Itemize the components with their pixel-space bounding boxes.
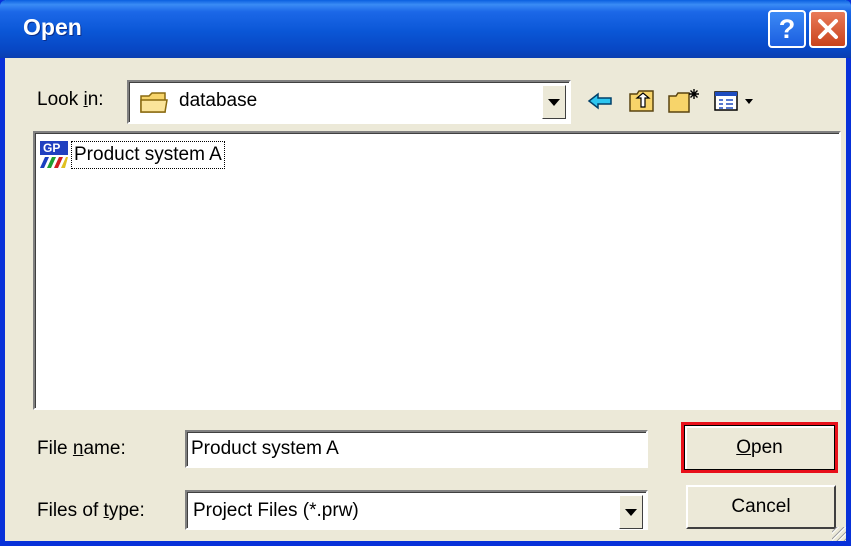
svg-text:GP: GP bbox=[43, 141, 60, 155]
view-menu-icon bbox=[714, 91, 753, 111]
look-in-dropdown[interactable]: database bbox=[127, 80, 571, 124]
new-folder-icon bbox=[668, 89, 699, 113]
file-list[interactable]: GP Product system A bbox=[33, 131, 841, 410]
title-bar[interactable]: Open ? bbox=[0, 0, 851, 58]
close-icon bbox=[818, 19, 838, 39]
up-one-level-icon bbox=[629, 90, 654, 112]
cancel-button[interactable]: Cancel bbox=[686, 485, 836, 529]
open-button[interactable]: Open bbox=[681, 422, 838, 473]
help-icon: ? bbox=[778, 13, 796, 44]
resize-grip[interactable] bbox=[832, 527, 846, 541]
files-of-type-dropdown[interactable]: Project Files (*.prw) bbox=[185, 490, 648, 530]
chevron-down-icon bbox=[548, 98, 560, 106]
file-name-input[interactable] bbox=[185, 430, 648, 468]
new-folder-button[interactable] bbox=[667, 84, 701, 118]
files-of-type-label: Files of type: bbox=[37, 500, 145, 521]
folder-icon bbox=[140, 92, 168, 113]
open-dialog: Open ? Look in: database GP Product syst… bbox=[0, 0, 851, 546]
chevron-down-icon bbox=[625, 508, 637, 516]
close-button[interactable] bbox=[809, 10, 847, 48]
look-in-label: Look in: bbox=[37, 89, 104, 110]
help-button[interactable]: ? bbox=[768, 10, 806, 48]
view-menu-button[interactable] bbox=[711, 84, 761, 118]
look-in-value: database bbox=[179, 90, 258, 111]
back-button[interactable] bbox=[583, 84, 617, 118]
dialog-title: Open bbox=[23, 14, 82, 40]
files-of-type-dropdown-button[interactable] bbox=[619, 495, 643, 529]
list-item[interactable]: GP Product system A bbox=[39, 139, 225, 171]
files-of-type-value: Project Files (*.prw) bbox=[193, 500, 359, 521]
file-name-label: Product system A bbox=[71, 141, 225, 169]
file-name-label: File name: bbox=[37, 438, 126, 459]
gp-project-icon: GP bbox=[40, 141, 68, 168]
back-arrow-icon bbox=[587, 92, 612, 110]
look-in-dropdown-button[interactable] bbox=[542, 85, 566, 119]
up-one-level-button[interactable] bbox=[625, 84, 659, 118]
